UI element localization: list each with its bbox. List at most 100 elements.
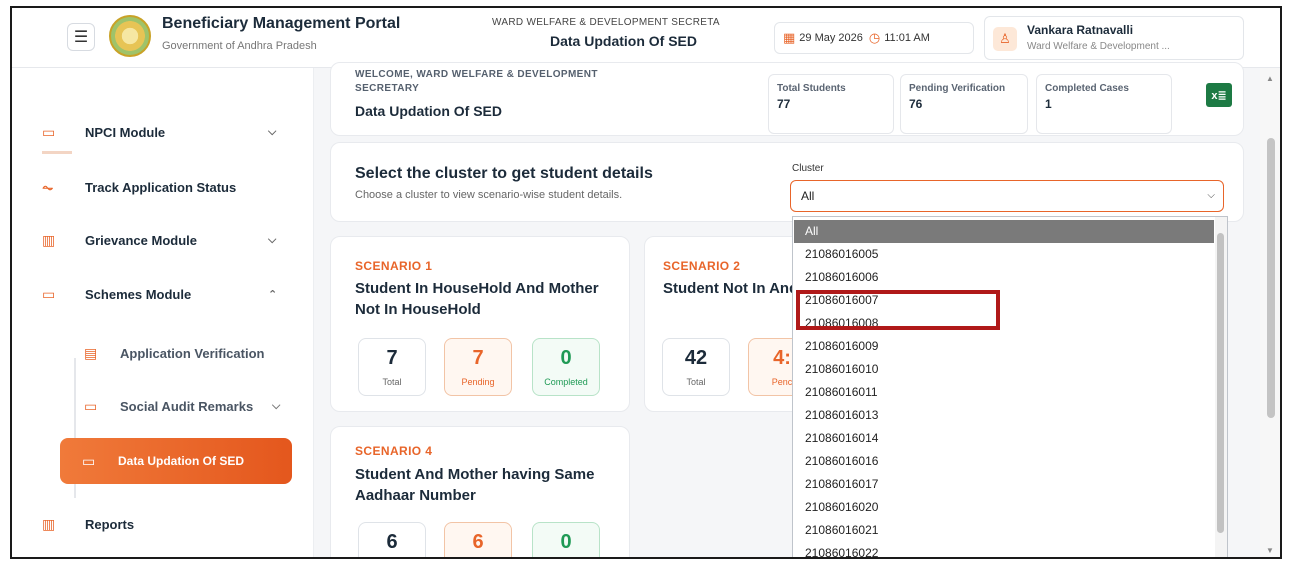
cluster-option[interactable]: All xyxy=(794,220,1214,243)
top-header: ☰ Beneficiary Management Portal Governme… xyxy=(12,8,1280,68)
cluster-option[interactable]: 21086016006 xyxy=(794,266,1214,289)
scenario-title: Student Not In And Mother In I xyxy=(663,280,803,297)
portal-subtitle: Government of Andhra Pradesh xyxy=(162,40,317,52)
sidebar-item-label: Social Audit Remarks xyxy=(120,398,254,414)
calendar-icon: ▦ xyxy=(783,30,796,45)
folder-icon: ▭ xyxy=(84,397,98,414)
chevron-down-icon: ⌵ xyxy=(1207,190,1215,201)
chevron-down-icon: ⌵ xyxy=(268,233,277,246)
stat-total-students: Total Students 77 xyxy=(768,74,894,134)
page-title: Data Updation Of SED xyxy=(355,103,503,119)
scenario-completed: 0 Completed xyxy=(532,522,600,557)
cluster-option[interactable]: 21086016011 xyxy=(794,381,1214,404)
chevron-up-icon: ⌃ xyxy=(268,288,278,301)
scenario-title: Student And Mother having Same Aadhaar N… xyxy=(355,466,595,504)
sidebar-item-reports[interactable]: ▥ Reports xyxy=(12,504,314,544)
sidebar-item-schemes-module[interactable]: ▭ Schemes Module ⌃ xyxy=(12,274,314,314)
total-label: Total xyxy=(382,377,402,387)
user-role: Ward Welfare & Development ... xyxy=(1027,41,1170,52)
cluster-subtitle: Choose a cluster to view scenario-wise s… xyxy=(355,189,623,201)
user-profile[interactable]: ♙ Vankara Ratnavalli Ward Welfare & Deve… xyxy=(984,16,1244,60)
scenario-total: 6 Total xyxy=(358,522,426,557)
sidebar-item-label: Schemes Module xyxy=(85,286,192,302)
activity-icon: ⏦ xyxy=(42,178,54,195)
chevron-down-icon: ⌵ xyxy=(268,125,277,138)
cluster-label: Cluster xyxy=(792,163,824,174)
sidebar-item-social-audit-remarks[interactable]: ▭ Social Audit Remarks ⌵ xyxy=(62,386,302,426)
chevron-down-icon: ⌵ xyxy=(272,399,281,412)
scroll-down-icon[interactable]: ▼ xyxy=(1266,546,1274,555)
scenario-tag: SCENARIO 4 xyxy=(355,444,433,458)
scenario-tag: SCENARIO 2 xyxy=(663,259,741,273)
welcome-text: WELCOME, WARD WELFARE & DEVELOPMENT xyxy=(355,69,598,80)
dropdown-scrollbar-thumb[interactable] xyxy=(1217,233,1224,533)
clock-icon: ◷ xyxy=(868,30,881,45)
pending-value: 7 xyxy=(472,347,484,369)
completed-value: 0 xyxy=(560,531,572,553)
stat-value: 1 xyxy=(1045,97,1052,111)
stat-label: Completed Cases xyxy=(1045,83,1129,94)
cluster-option[interactable]: 21086016017 xyxy=(794,473,1214,496)
folder-icon: ▭ xyxy=(42,123,56,140)
folder-icon: ▭ xyxy=(42,285,56,302)
cluster-option[interactable]: 21086016009 xyxy=(794,335,1214,358)
total-value: 42 xyxy=(684,347,708,369)
cluster-select[interactable]: All ⌵ xyxy=(790,180,1224,212)
welcome-role: SECRETARY xyxy=(355,83,420,94)
page-scrollbar-thumb[interactable] xyxy=(1267,138,1275,418)
stat-value: 76 xyxy=(909,97,923,111)
cluster-option[interactable]: 21086016013 xyxy=(794,404,1214,427)
cluster-option[interactable]: 21086016010 xyxy=(794,358,1214,381)
scenario-total: 42 Total xyxy=(662,338,730,396)
cluster-option[interactable]: 21086016005 xyxy=(794,243,1214,266)
current-time: 11:01 AM xyxy=(884,32,930,44)
scroll-up-icon[interactable]: ▲ xyxy=(1266,74,1274,83)
total-label: Total xyxy=(686,377,706,387)
cluster-option[interactable]: 21086016016 xyxy=(794,450,1214,473)
stat-label: Total Students xyxy=(777,83,846,94)
folder-icon: ▭ xyxy=(82,452,96,469)
sidebar-item-label: Grievance Module xyxy=(85,232,197,248)
sidebar-item-grievance-module[interactable]: ▥ Grievance Module ⌵ xyxy=(12,220,314,260)
scenario-tag: SCENARIO 1 xyxy=(355,259,433,273)
completed-value: 0 xyxy=(560,347,572,369)
bar-chart-icon: ▥ xyxy=(42,515,56,532)
sidebar-item-label: Reports xyxy=(85,516,135,532)
sidebar-item-npci-module[interactable]: ▭ NPCI Module ⌵ xyxy=(12,112,314,152)
date-time-display: ▦ 29 May 2026 ◷ 11:01 AM xyxy=(774,22,974,54)
cluster-selected-value: All xyxy=(801,189,815,203)
completed-label: Completed xyxy=(544,377,588,387)
sidebar: ▭ NPCI Module ⌵ ⏦ Track Application Stat… xyxy=(12,68,314,557)
stat-label: Pending Verification xyxy=(909,83,1006,94)
hamburger-menu-button[interactable]: ☰ xyxy=(67,23,95,51)
current-date: 29 May 2026 xyxy=(799,32,863,44)
user-icon: ♙ xyxy=(993,27,1017,51)
stat-pending-verification: Pending Verification 76 xyxy=(900,74,1028,134)
sidebar-item-application-verification[interactable]: ▤ Application Verification xyxy=(62,333,302,373)
total-value: 7 xyxy=(386,347,398,369)
stat-completed-cases: Completed Cases 1 xyxy=(1036,74,1172,134)
scenario-pending: 6 Pending xyxy=(444,522,512,557)
document-icon: ▤ xyxy=(84,344,98,361)
grievance-icon: ▥ xyxy=(42,231,56,248)
cluster-heading: Select the cluster to get student detail… xyxy=(355,165,653,182)
cluster-dropdown-list[interactable]: All 21086016005 21086016006 21086016007 … xyxy=(792,216,1228,557)
sidebar-item-data-updation-of-sed[interactable]: ▭ Data Updation Of SED xyxy=(60,438,292,484)
department-name: WARD WELFARE & DEVELOPMENT SECRETA xyxy=(492,17,720,28)
cluster-option[interactable]: 21086016020 xyxy=(794,496,1214,519)
cluster-option[interactable]: 21086016022 xyxy=(794,542,1214,557)
sidebar-item-track-application-status[interactable]: ⏦ Track Application Status xyxy=(12,167,314,207)
sidebar-item-label: Data Updation Of SED xyxy=(118,454,245,468)
scenario-title: Student In HouseHold And Mother Not In H… xyxy=(355,280,599,318)
scenario-completed: 0 Completed xyxy=(532,338,600,396)
app-window: ☰ Beneficiary Management Portal Governme… xyxy=(10,6,1282,559)
stat-value: 77 xyxy=(777,97,791,111)
excel-export-icon[interactable]: x≣ xyxy=(1206,83,1232,107)
annotation-highlight-box xyxy=(796,290,1000,330)
cluster-option[interactable]: 21086016021 xyxy=(794,519,1214,542)
pending-label: Pending xyxy=(461,377,495,387)
sidebar-item-label: NPCI Module xyxy=(85,124,166,140)
user-name: Vankara Ratnavalli xyxy=(1027,23,1134,37)
cluster-option[interactable]: 21086016014 xyxy=(794,427,1214,450)
portal-title: Beneficiary Management Portal xyxy=(162,15,401,32)
